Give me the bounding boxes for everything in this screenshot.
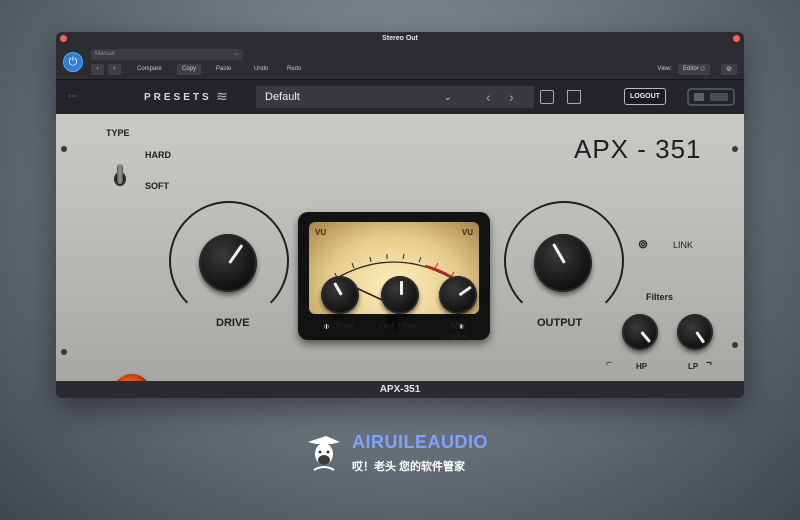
type-soft-label: SOFT xyxy=(145,181,169,191)
drive-label: DRIVE xyxy=(216,317,250,329)
type-label: TYPE xyxy=(106,128,130,138)
link-button[interactable]: ⊘ xyxy=(721,64,737,75)
lp-filter-knob[interactable] xyxy=(677,314,713,350)
host-toolbar: ⏻ Manual ⌄ ‹ › Compare Copy Paste Undo R… xyxy=(56,46,744,80)
knob-pointer xyxy=(400,281,403,295)
copy-button[interactable]: Copy xyxy=(177,64,202,75)
logout-button[interactable]: LOGOUT xyxy=(624,88,666,105)
knob-pointer xyxy=(640,331,652,343)
drive-knob[interactable] xyxy=(199,234,257,292)
vendor-logo-graphic xyxy=(687,88,735,106)
type-hard-label: HARD xyxy=(145,150,171,160)
plugin-footer: APX-351 xyxy=(56,381,744,398)
chevron-right-icon[interactable]: › xyxy=(509,86,514,108)
stepper-icon: ◇ xyxy=(700,66,705,72)
chevron-left-icon[interactable]: ‹ xyxy=(486,86,491,108)
chevron-down-icon: ⌄ xyxy=(233,51,239,57)
next-preset-button[interactable]: › xyxy=(108,64,121,75)
out-trim-knob[interactable] xyxy=(381,276,419,314)
host-preset-value: Manual xyxy=(95,51,115,57)
plugin-header: ⋯ PRESETS ≋ Default ⌄ ‹ › LOGOUT xyxy=(56,80,744,114)
window-title: Stereo Out xyxy=(382,35,418,42)
lp-label: LP xyxy=(688,362,699,371)
chevron-left-icon: ‹ xyxy=(96,66,99,72)
redo-button[interactable]: Redo xyxy=(282,64,306,75)
link-icon: ⊘ xyxy=(726,66,732,73)
output-knob[interactable] xyxy=(534,234,592,292)
presets-label: PRESETS xyxy=(144,92,212,103)
power-icon: ⏻ xyxy=(68,56,78,68)
window-control-button[interactable] xyxy=(733,35,740,42)
screw xyxy=(732,146,738,152)
knob-pointer xyxy=(695,331,706,344)
filters-label: Filters xyxy=(646,292,674,302)
close-window-button[interactable] xyxy=(60,35,67,42)
watermark-brand: AIRUILEAUDIO xyxy=(352,432,488,452)
plugin-panel: TYPE HARD SOFT APX - 351 DRIVE VU VU In … xyxy=(56,114,744,398)
save-icon[interactable] xyxy=(540,90,554,104)
screw xyxy=(732,342,738,348)
compare-button[interactable]: Compare xyxy=(132,64,167,75)
in-trim-label: In Trim xyxy=(324,321,354,331)
watermark-slogan: 哎！老头 您的软件管家 xyxy=(352,461,466,473)
model-title: APX - 351 xyxy=(574,134,702,164)
plugin-window: Stereo Out ⏻ Manual ⌄ ‹ › Compare Copy P… xyxy=(56,32,744,398)
screw xyxy=(61,146,67,152)
knob-pointer xyxy=(458,285,472,297)
power-button[interactable]: ⏻ xyxy=(63,52,83,72)
current-preset: Default xyxy=(265,91,300,103)
hp-curve-icon: ⌐ xyxy=(606,358,612,369)
knob-pointer xyxy=(552,243,566,264)
vu-label-left: VU xyxy=(315,228,327,237)
waves-icon[interactable]: ≋ xyxy=(216,88,228,105)
mix-label: Mix xyxy=(451,321,467,331)
menu-icon[interactable]: ⋯ xyxy=(68,91,78,102)
mix-knob[interactable] xyxy=(439,276,477,314)
in-trim-knob[interactable] xyxy=(321,276,359,314)
view-value: Editor xyxy=(683,66,699,72)
link-icon[interactable]: ⊚ xyxy=(638,237,648,251)
chevron-down-icon: ⌄ xyxy=(444,92,452,102)
window-titlebar: Stereo Out xyxy=(56,32,744,46)
lp-curve-icon: ¬ xyxy=(706,358,712,369)
knob-pointer xyxy=(333,282,343,296)
chevron-right-icon: › xyxy=(113,66,116,72)
previous-preset-button[interactable]: ‹ xyxy=(91,64,104,75)
view-select[interactable]: Editor ◇ xyxy=(678,64,710,75)
type-toggle-switch[interactable] xyxy=(114,164,126,196)
mix-sub-label: (DRY) xyxy=(447,334,467,341)
out-trim-label: Out Trim xyxy=(379,321,417,331)
hp-filter-knob[interactable] xyxy=(622,314,658,350)
output-label: OUTPUT xyxy=(537,317,583,329)
undo-button[interactable]: Undo xyxy=(249,64,273,75)
vu-label-right: VU xyxy=(461,228,473,237)
vendor-logo-icon xyxy=(686,86,736,108)
watermark-logo-icon xyxy=(308,436,340,471)
paste-button[interactable]: Paste xyxy=(211,64,236,75)
toggle-lever xyxy=(117,164,123,184)
trash-icon[interactable] xyxy=(567,90,581,104)
preset-dropdown[interactable]: Default ⌄ ‹ › xyxy=(256,86,534,108)
host-preset-select[interactable]: Manual ⌄ xyxy=(91,49,243,60)
screw xyxy=(61,349,67,355)
view-label: View: xyxy=(657,66,672,72)
hp-label: HP xyxy=(636,362,648,371)
knob-pointer xyxy=(228,244,244,264)
link-label: LINK xyxy=(673,240,694,250)
